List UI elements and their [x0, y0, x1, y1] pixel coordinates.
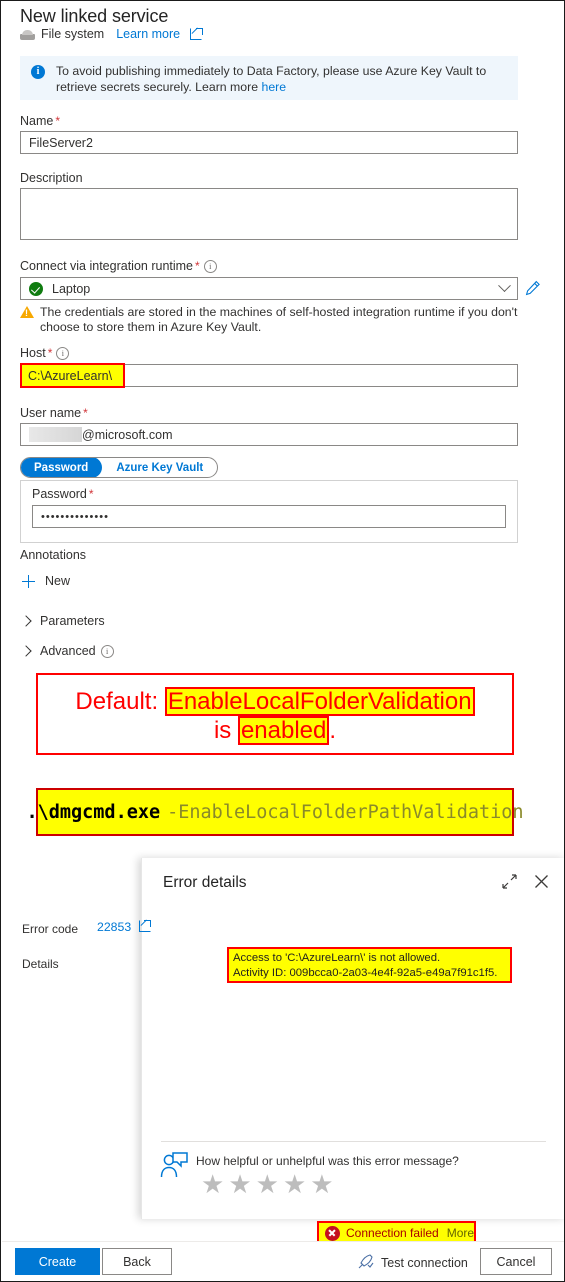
command-bar: Create Back Test connection Cancel	[2, 1241, 564, 1281]
callout-line-1: Default: EnableLocalFolderValidation	[38, 687, 512, 717]
learn-more-link[interactable]: Learn more	[116, 27, 180, 41]
advanced-section-toggle[interactable]: Advanced i	[20, 644, 114, 658]
flyout-divider	[161, 1141, 546, 1142]
password-input[interactable]: ••••••••••••••	[32, 505, 506, 528]
feedback-star-rating[interactable]: ★ ★ ★ ★ ★	[201, 1171, 334, 1197]
service-type-row: File system Learn more	[20, 27, 203, 41]
parameters-section-toggle[interactable]: Parameters	[20, 614, 105, 628]
dmgcmd-command-callout: .\dmgcmd.exe -EnableLocalFolderPathValid…	[26, 788, 524, 836]
test-connection-button[interactable]: Test connection	[358, 1253, 468, 1272]
parameters-label: Parameters	[40, 614, 105, 628]
username-value: @microsoft.com	[82, 427, 173, 442]
required-indicator: *	[55, 114, 61, 128]
create-button[interactable]: Create	[15, 1248, 100, 1275]
new-linked-service-screen: New linked service File system Learn mor…	[0, 0, 565, 1282]
error-details-line-1: Access to 'C:\AzureLearn\' is not allowe…	[233, 952, 441, 964]
integration-runtime-dropdown[interactable]: Laptop	[20, 277, 518, 300]
star-icon[interactable]: ★	[310, 1171, 333, 1197]
warning-icon	[20, 306, 34, 318]
page-title: New linked service	[20, 6, 169, 26]
credentials-warning-text: The credentials are stored in the machin…	[40, 305, 518, 334]
name-label: Name *	[20, 114, 61, 128]
required-indicator: *	[47, 346, 53, 360]
details-label: Details	[22, 957, 59, 971]
username-input[interactable]: @microsoft.com	[20, 423, 518, 446]
chevron-down-icon[interactable]	[498, 279, 511, 293]
flyout-header-actions	[502, 874, 549, 889]
callout-highlight-state: enabled	[237, 716, 330, 746]
back-button[interactable]: Back	[102, 1248, 172, 1275]
file-system-icon	[20, 29, 35, 40]
error-details-title: Error details	[163, 874, 247, 891]
callout-line-2: is enabled.	[38, 716, 512, 746]
tab-password[interactable]: Password	[21, 458, 103, 477]
password-label: Password *	[32, 487, 94, 501]
error-code-value[interactable]: 22853	[97, 919, 152, 934]
command-executable: .\dmgcmd.exe	[26, 801, 161, 823]
star-icon[interactable]: ★	[283, 1171, 306, 1197]
test-connection-label: Test connection	[381, 1255, 468, 1270]
tab-azure-key-vault[interactable]: Azure Key Vault	[102, 458, 217, 477]
info-icon: i	[31, 65, 45, 79]
callout-prefix: Default:	[75, 688, 159, 715]
callout-is: is	[213, 717, 232, 745]
info-banner-text: To avoid publishing immediately to Data …	[56, 63, 508, 100]
host-label: Host * i	[20, 346, 70, 360]
plus-icon	[22, 574, 35, 588]
service-type-label: File system	[41, 27, 105, 41]
required-indicator: *	[195, 259, 200, 273]
star-icon[interactable]: ★	[201, 1171, 224, 1197]
info-tooltip-icon[interactable]: i	[56, 347, 70, 360]
integration-runtime-label: Connect via integration runtime * i	[20, 259, 217, 273]
feedback-question: How helpful or unhelpful was this error …	[196, 1154, 459, 1168]
cancel-button[interactable]: Cancel	[480, 1248, 552, 1275]
required-indicator: *	[83, 406, 88, 420]
auth-type-toggle[interactable]: Password Azure Key Vault	[20, 457, 219, 478]
chevron-right-icon	[20, 615, 32, 627]
name-input[interactable]	[20, 131, 518, 154]
external-link-icon[interactable]	[138, 919, 152, 932]
external-link-icon[interactable]	[190, 27, 203, 40]
redacted-username-block	[29, 427, 82, 442]
advanced-label: Advanced	[40, 644, 96, 658]
username-label: User name *	[20, 406, 88, 420]
host-value: C:\AzureLearn\	[28, 368, 113, 383]
default-validation-callout: Default: EnableLocalFolderValidation is …	[36, 673, 514, 755]
test-connection-icon	[358, 1253, 374, 1272]
description-label: Description	[20, 171, 83, 185]
close-icon[interactable]	[534, 874, 549, 889]
star-icon[interactable]: ★	[228, 1171, 251, 1197]
error-details-annotation: Access to 'C:\AzureLearn\' is not allowe…	[227, 947, 512, 983]
callout-highlight-setting: EnableLocalFolderValidation	[164, 687, 475, 717]
new-annotation-label: New	[45, 574, 71, 588]
description-textarea[interactable]	[20, 188, 518, 240]
banner-here-link[interactable]: here	[261, 80, 286, 94]
add-annotation-button[interactable]: New	[22, 574, 70, 588]
connection-status-text: Connection failed	[346, 1226, 439, 1240]
success-check-icon	[29, 281, 43, 296]
edit-runtime-pencil-icon[interactable]	[525, 280, 541, 296]
info-tooltip-icon[interactable]: i	[203, 260, 217, 273]
error-code-label: Error code	[22, 922, 79, 936]
feedback-person-icon	[159, 1151, 189, 1184]
info-tooltip-icon[interactable]: i	[100, 644, 114, 658]
annotations-label: Annotations	[20, 548, 87, 562]
connection-status-more-link[interactable]: More	[447, 1226, 474, 1240]
integration-runtime-value: Laptop	[52, 281, 91, 296]
error-details-line-2: Activity ID: 009bcca0-2a03-4e4f-92a5-e49…	[233, 967, 498, 979]
expand-icon[interactable]	[502, 874, 517, 889]
required-indicator: *	[88, 487, 94, 501]
callout-period: .	[329, 717, 337, 745]
error-icon	[325, 1225, 340, 1241]
info-banner: i To avoid publishing immediately to Dat…	[20, 56, 518, 100]
host-value-annotation: C:\AzureLearn\	[20, 363, 125, 388]
command-argument: -EnableLocalFolderPathValidation	[167, 801, 524, 823]
credentials-warning: The credentials are stored in the machin…	[20, 305, 520, 335]
star-icon[interactable]: ★	[256, 1171, 279, 1197]
chevron-right-icon	[20, 645, 32, 657]
